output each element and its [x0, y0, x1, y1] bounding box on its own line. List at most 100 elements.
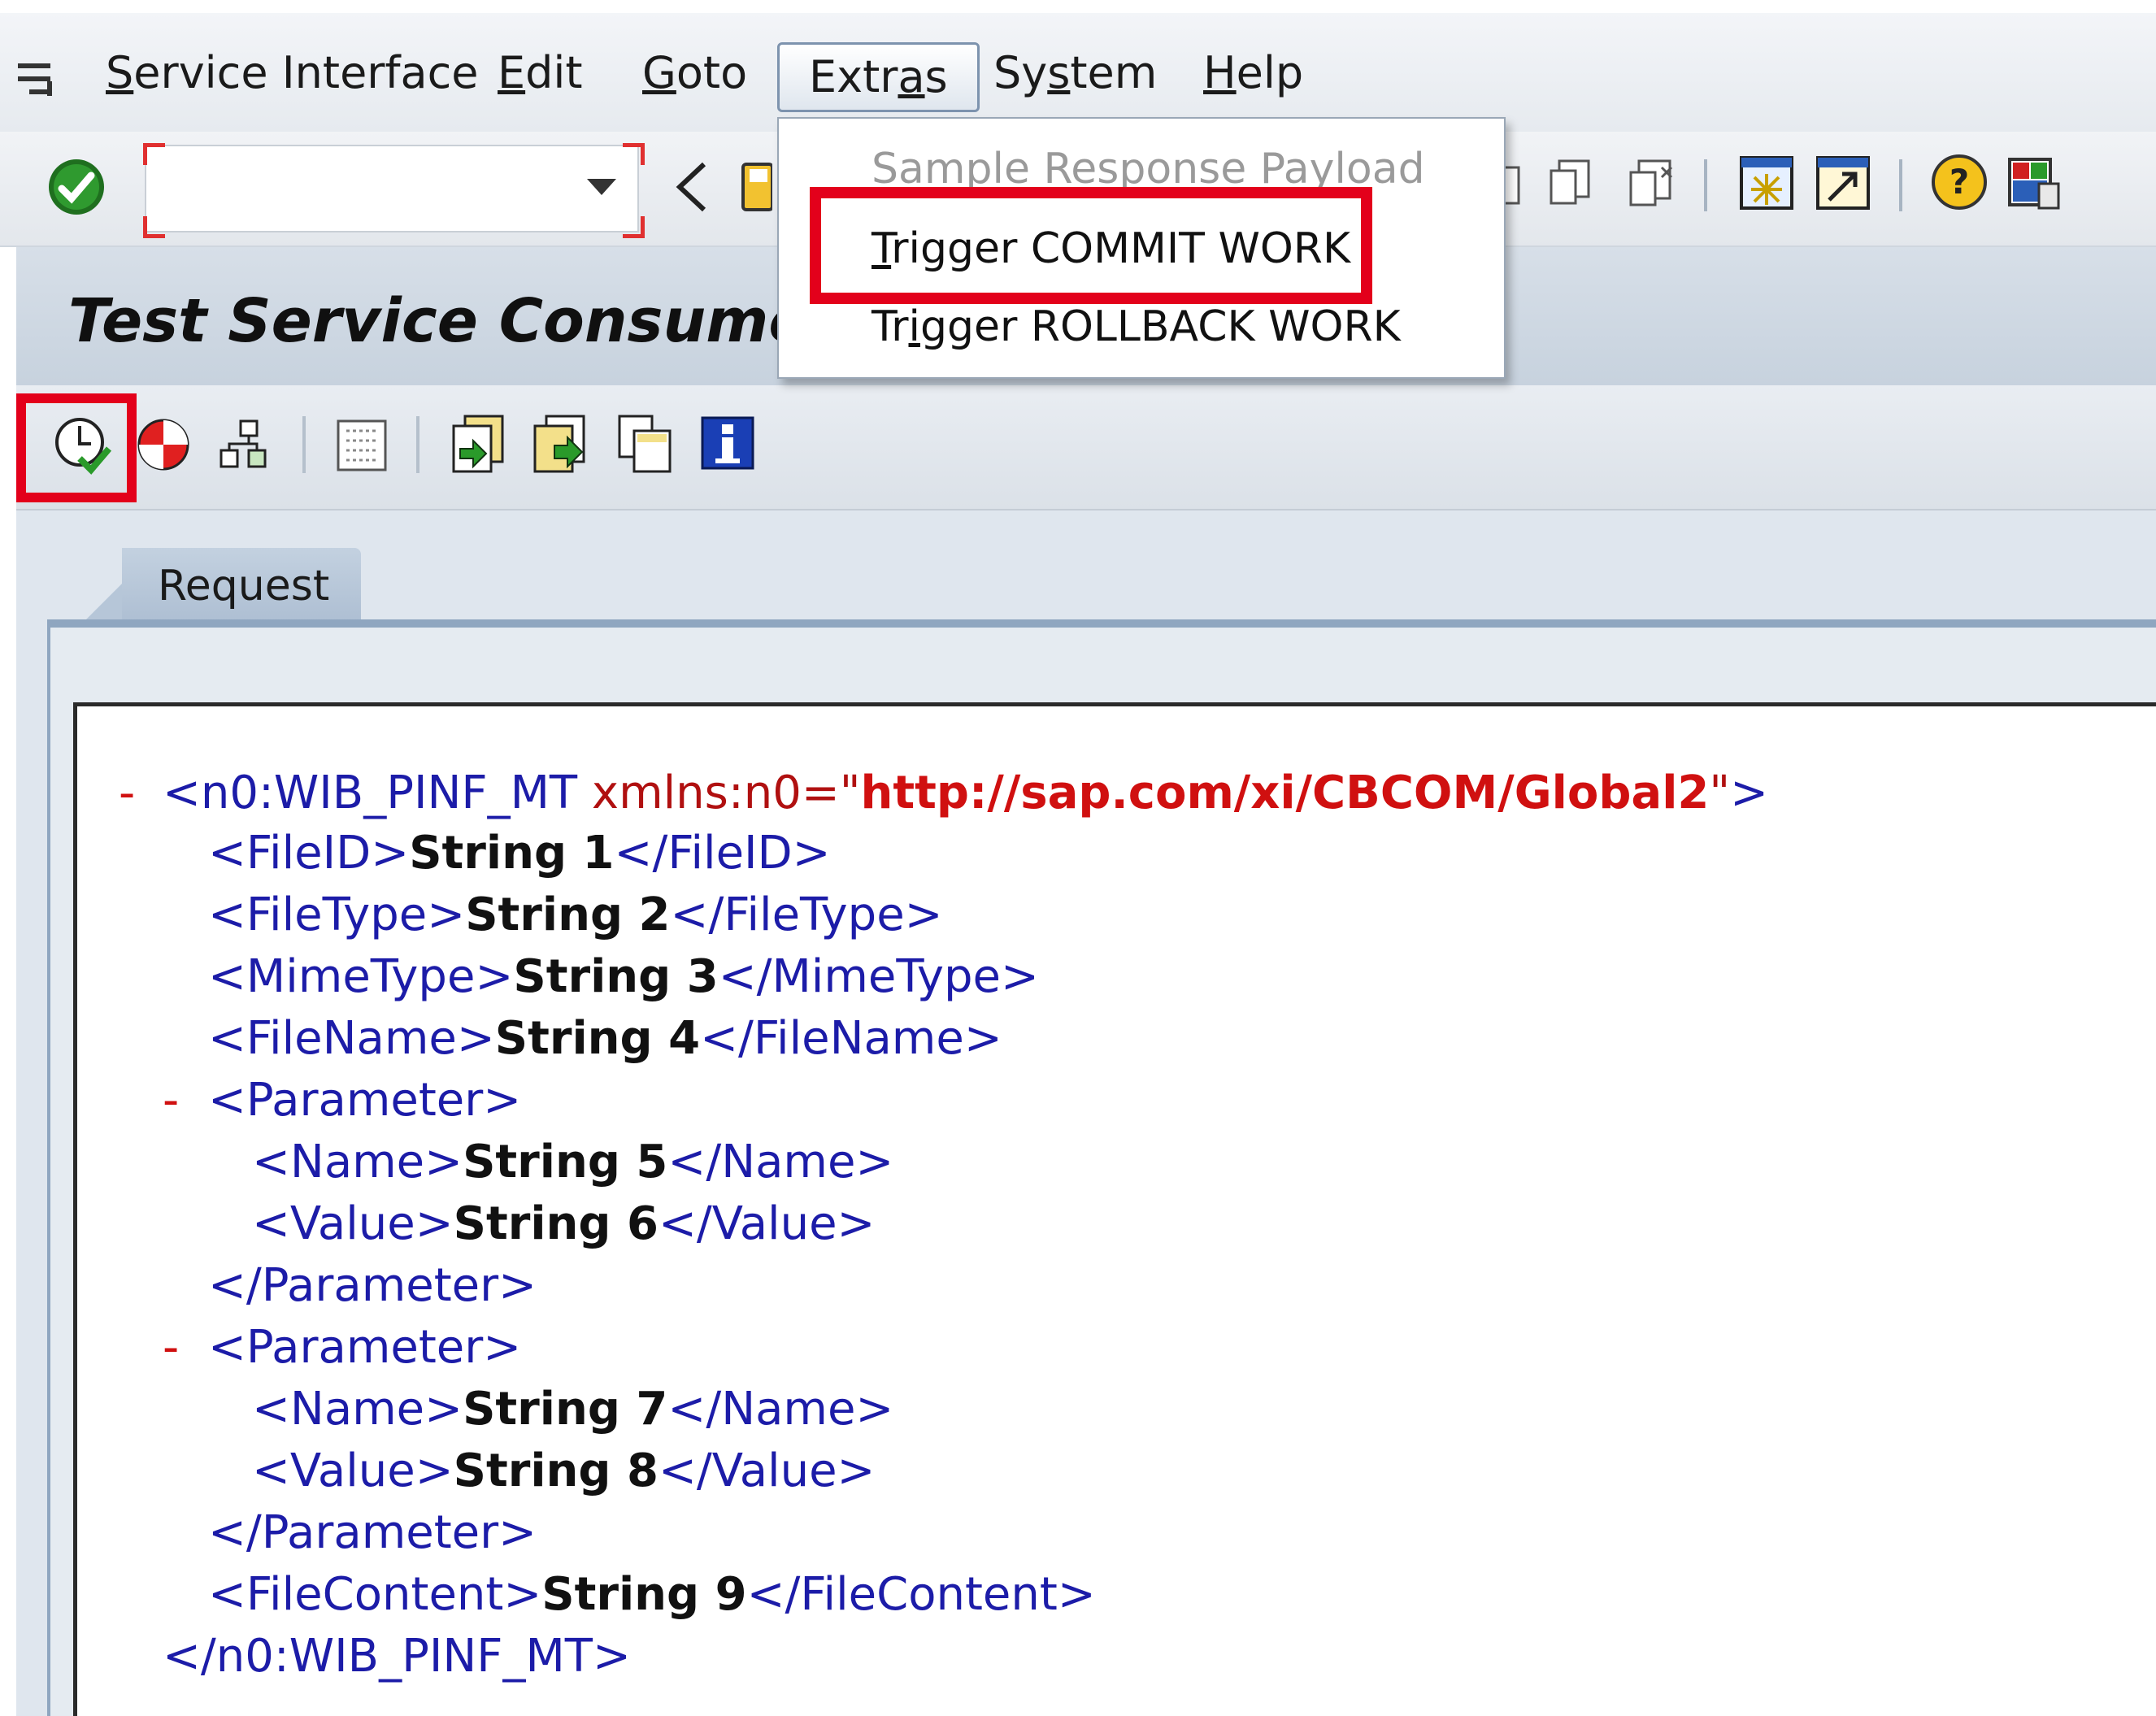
xml-end-tag: Name [721, 1383, 856, 1436]
xml-value: String 5 [463, 1136, 668, 1188]
xml-close: > [424, 1383, 463, 1436]
xml-value: String 6 [453, 1197, 659, 1250]
xml-open: < [252, 1197, 290, 1250]
xml-tag: MimeType [246, 950, 476, 1003]
xml-line: <n0:WIB_PINF_MT xmlns:n0="http://sap.com… [163, 764, 1768, 823]
xml-open: < [252, 1444, 290, 1497]
xml-end-close: > [904, 888, 943, 941]
xml-tag: FileName [246, 1012, 457, 1065]
xml-end-tag: Value [711, 1444, 837, 1497]
xml-tag: n0:WIB_PINF_MT [215, 1630, 593, 1683]
help-icon[interactable]: ? [1930, 153, 1989, 211]
xml-end-tag: FileType [724, 888, 905, 941]
settings-icon[interactable] [333, 416, 390, 475]
xml-end-close: > [963, 1012, 1002, 1065]
xml-end-open: </ [670, 888, 724, 941]
xml-tag: FileType [246, 888, 428, 941]
create-session-icon[interactable] [1626, 156, 1680, 210]
xml-tag: FileID [246, 827, 372, 880]
xml-line: <Parameter> [208, 1071, 521, 1130]
toolbar-separator [1704, 159, 1707, 211]
xml-tag: Value [289, 1444, 415, 1497]
commit-work-highlight-box [810, 187, 1372, 304]
xml-line: <MimeType>String 3</MimeType> [208, 948, 1039, 1006]
xml-close: > [483, 1321, 522, 1374]
back-icon[interactable] [672, 159, 712, 215]
xml-tag: Parameter [261, 1506, 499, 1559]
xml-aval: http://sap.com/xi/CBCOM/Global2 [860, 767, 1710, 819]
xml-tag: Value [289, 1197, 415, 1250]
tab-request[interactable]: Request [122, 548, 361, 621]
menu-extras[interactable]: Extras [777, 42, 980, 112]
save-icon[interactable] [740, 159, 772, 215]
svg-text:?: ? [1950, 162, 1969, 202]
xml-open: < [208, 888, 246, 941]
command-field-corner [623, 143, 645, 165]
xml-close: > [593, 1630, 631, 1683]
xml-end-tag: FileName [753, 1012, 964, 1065]
xml-close: > [415, 1444, 454, 1497]
xml-end-close: > [1057, 1568, 1096, 1621]
menu-edit[interactable]: Edit [498, 41, 583, 106]
xml-tag: n0:WIB_PINF_MT [200, 767, 578, 819]
xml-value: String 4 [494, 1012, 701, 1065]
xml-open: </ [208, 1506, 262, 1559]
xml-end-open: </ [658, 1197, 712, 1250]
save-file-icon[interactable] [530, 413, 590, 475]
stop-icon[interactable] [135, 416, 192, 473]
xml-close: > [424, 1136, 463, 1188]
xml-value: String 9 [541, 1568, 747, 1621]
xml-end-open: </ [658, 1444, 712, 1497]
menu-service-interface[interactable]: Service Interface [106, 41, 479, 106]
xml-tag: FileContent [246, 1568, 504, 1621]
xml-close: > [415, 1197, 454, 1250]
enter-icon[interactable] [44, 154, 109, 219]
info-icon[interactable] [699, 415, 756, 471]
command-field-corner [623, 216, 645, 238]
xml-close: > [456, 1012, 495, 1065]
xml-collapse-toggle[interactable]: - [119, 764, 135, 823]
xml-end-close: > [855, 1383, 894, 1436]
xml-tag: Parameter [261, 1259, 499, 1312]
xml-close: > [427, 888, 466, 941]
xml-line: <FileName>String 4</FileName> [208, 1010, 1002, 1068]
toolbar-separator [302, 416, 306, 473]
command-dropdown-icon[interactable] [584, 174, 619, 198]
menu-icon[interactable] [15, 59, 65, 109]
xml-collapse-toggle[interactable]: - [163, 1318, 179, 1377]
hierarchy-icon[interactable] [216, 418, 273, 471]
xml-open: </ [163, 1630, 216, 1683]
load-file-icon[interactable] [449, 413, 509, 475]
menu-help[interactable]: Help [1203, 41, 1303, 106]
menu-goto[interactable]: Goto [642, 41, 747, 106]
find-next-icon[interactable] [1548, 156, 1600, 210]
menu-item-trigger-rollback-work[interactable]: Trigger ROLLBACK WORK [872, 294, 1401, 359]
tab-request-label: Request [158, 562, 330, 610]
tab-underline [47, 619, 2156, 628]
shortcut-icon[interactable] [1815, 154, 1871, 211]
xml-end-close: > [837, 1444, 876, 1497]
xml-line: <Parameter> [208, 1318, 521, 1377]
xml-value: String 3 [513, 950, 719, 1003]
xml-tag: Parameter [246, 1321, 484, 1374]
copy-icon[interactable] [615, 413, 675, 475]
xml-end-tag: MimeType [772, 950, 1001, 1003]
xml-end-close: > [792, 827, 831, 880]
xml-value: String 8 [453, 1444, 659, 1497]
xml-attr-end: " [1709, 767, 1731, 819]
command-field[interactable] [145, 145, 639, 232]
layout-icon[interactable] [1738, 154, 1795, 211]
menu-system[interactable]: System [993, 41, 1157, 106]
xml-end-open: </ [667, 1383, 722, 1436]
xml-collapse-toggle[interactable]: - [163, 1071, 179, 1130]
xml-end-close: > [1001, 950, 1039, 1003]
xml-line: </n0:WIB_PINF_MT> [163, 1627, 631, 1686]
xml-open: < [208, 1568, 246, 1621]
xml-line: </Parameter> [208, 1504, 537, 1562]
xml-end-open: </ [700, 1012, 754, 1065]
page-title: Test Service Consumer: [68, 286, 863, 356]
execute-highlight-box [16, 393, 137, 502]
customize-layout-icon[interactable] [2006, 154, 2062, 211]
xml-close: > [1730, 767, 1769, 819]
xml-end-close: > [837, 1197, 876, 1250]
